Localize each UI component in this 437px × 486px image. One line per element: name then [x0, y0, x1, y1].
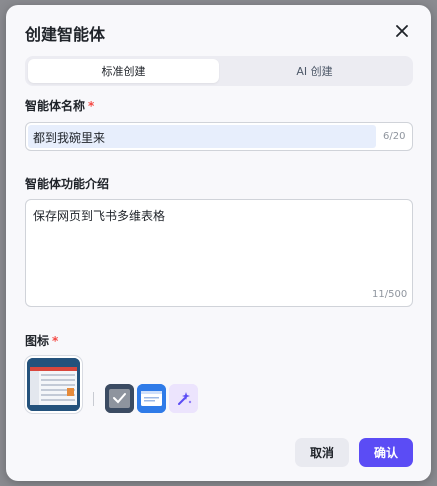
desc-char-counter: 11/500 — [372, 289, 408, 300]
close-icon — [396, 25, 408, 37]
magic-sparkle-icon — [169, 384, 198, 413]
name-field-label: 智能体名称 * — [25, 97, 94, 114]
check-card-icon — [105, 384, 134, 413]
close-button[interactable] — [392, 21, 412, 41]
icon-divider — [93, 392, 94, 406]
required-mark: * — [88, 99, 95, 113]
tab-ai-create[interactable]: AI 创建 — [219, 59, 410, 83]
create-agent-dialog: 创建智能体 标准创建 AI 创建 智能体名称 * 都到我碗里来 6/20 智能体功… — [6, 5, 431, 481]
cancel-button[interactable]: 取消 — [295, 438, 349, 467]
selected-agent-icon[interactable] — [25, 356, 82, 413]
name-char-counter: 6/20 — [383, 131, 406, 142]
agent-name-input[interactable]: 都到我碗里来 6/20 — [25, 122, 413, 151]
icon-option-browser[interactable] — [137, 384, 166, 413]
agent-description-textarea[interactable]: 保存网页到飞书多维表格 11/500 — [25, 199, 413, 307]
confirm-button[interactable]: 确认 — [359, 438, 413, 467]
browser-window-icon — [137, 384, 166, 413]
icon-option-ai-generate[interactable] — [169, 384, 198, 413]
icon-option-checkbox[interactable] — [105, 384, 134, 413]
spreadsheet-preview-icon — [27, 358, 80, 411]
agent-name-value: 都到我碗里来 — [33, 131, 106, 145]
create-mode-tabs: 标准创建 AI 创建 — [25, 56, 413, 86]
tab-standard-create[interactable]: 标准创建 — [28, 59, 219, 83]
dialog-title: 创建智能体 — [25, 25, 106, 44]
name-label-text: 智能体名称 — [25, 99, 86, 113]
icon-label-text: 图标 — [25, 334, 50, 348]
agent-description-value: 保存网页到飞书多维表格 — [33, 209, 166, 223]
required-mark: * — [52, 334, 59, 348]
icon-field-label: 图标 * — [25, 332, 58, 349]
desc-field-label: 智能体功能介绍 — [25, 177, 110, 191]
